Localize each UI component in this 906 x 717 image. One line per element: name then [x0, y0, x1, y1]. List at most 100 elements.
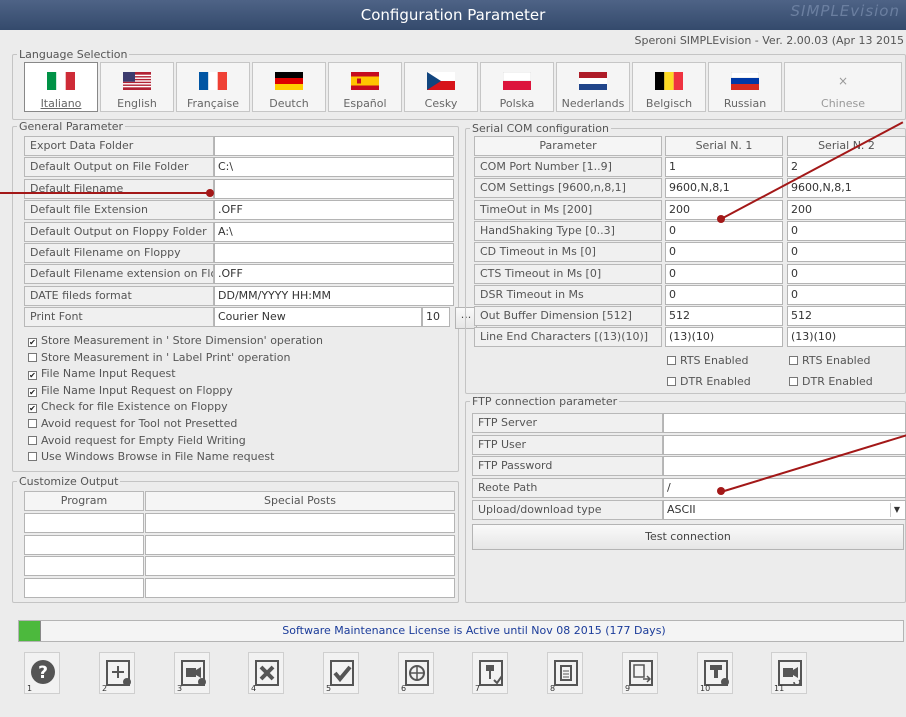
language-label: Polska — [499, 97, 535, 110]
general-option-checkbox[interactable]: ✔ File Name Input Request — [28, 367, 176, 382]
general-param-label: Default Output on Floppy Folder — [24, 221, 214, 242]
program-cell[interactable] — [24, 577, 144, 598]
general-option-checkbox[interactable]: ✔ Check for file Existence on Floppy — [28, 400, 228, 415]
checkbox-box[interactable]: ✔ — [28, 387, 37, 397]
test-connection-button[interactable]: Test connection — [472, 524, 904, 550]
checkbox-box[interactable] — [667, 356, 676, 365]
rts-enabled-checkbox-1[interactable]: RTS Enabled — [667, 354, 749, 369]
general-param-field[interactable]: .OFF — [214, 264, 454, 285]
serial-2-field[interactable]: 0 — [787, 263, 906, 284]
toolbar-button-10[interactable]: 10 — [697, 652, 733, 694]
checkbox-box[interactable] — [789, 356, 798, 365]
special-posts-cell[interactable] — [145, 556, 455, 576]
serial-1-field[interactable]: 0 — [665, 263, 783, 284]
serial-2-field[interactable]: 0 — [787, 284, 906, 305]
checkbox-box[interactable]: ✔ — [28, 371, 37, 381]
callout-dot-default-filename — [206, 189, 214, 197]
general-param-field[interactable] — [214, 243, 454, 263]
serial-2-field[interactable]: 0 — [787, 220, 906, 241]
general-param-field[interactable]: C:\ — [214, 157, 454, 178]
russia-flag-icon — [730, 71, 760, 90]
language-button-deutch[interactable]: Deutch — [252, 62, 326, 112]
toolbar-button-6[interactable]: 6 — [398, 652, 434, 694]
serial-2-field[interactable]: 9600,N,8,1 — [787, 178, 906, 199]
general-option-checkbox[interactable]: ✔ File Name Input Request on Floppy — [28, 384, 233, 399]
serial-1-field[interactable]: 1 — [665, 157, 783, 177]
close-icon: × — [829, 72, 857, 90]
print-font-field[interactable]: Courier New — [214, 307, 422, 327]
serial-2-field[interactable]: (13)(10) — [787, 327, 906, 348]
special-posts-cell[interactable] — [145, 577, 455, 598]
dtr-enabled-checkbox-1[interactable]: DTR Enabled — [667, 375, 751, 390]
checkbox-box[interactable] — [28, 352, 37, 362]
language-button-italiano[interactable]: Italiano — [24, 62, 98, 112]
toolbar-button-3[interactable]: 3 — [174, 652, 210, 694]
serial-2-field[interactable]: 0 — [787, 242, 906, 263]
general-param-field[interactable]: A:\ — [214, 221, 454, 242]
toolbar-button-11[interactable]: 11 — [771, 652, 807, 694]
upload-type-select[interactable]: ASCII ▼ — [663, 500, 906, 520]
serial-1-field[interactable]: (13)(10) — [665, 327, 783, 348]
language-button-nederlands[interactable]: Nederlands — [556, 62, 630, 112]
toolbar-button-8[interactable]: 8 — [547, 652, 583, 694]
checkbox-box[interactable] — [667, 377, 676, 386]
serial-1-field[interactable]: 0 — [665, 242, 783, 263]
program-cell[interactable] — [24, 534, 144, 555]
checkbox-label: Store Measurement in ' Label Print' oper… — [41, 350, 291, 364]
checkbox-box[interactable]: ✔ — [28, 404, 37, 414]
toolbar-button-2[interactable]: 2 — [99, 652, 135, 694]
checkbox-box[interactable]: ✔ — [28, 338, 37, 347]
general-option-checkbox[interactable]: ✔ Store Measurement in ' Store Dimension'… — [28, 334, 323, 349]
general-option-checkbox[interactable]: Avoid request for Tool not Presetted — [28, 417, 237, 432]
language-selection-legend: Language Selection — [19, 48, 128, 61]
ftp-param-field[interactable] — [663, 413, 906, 433]
serial-1-field[interactable]: 0 — [665, 284, 783, 305]
general-param-field[interactable] — [214, 136, 454, 156]
toolbar-button-number: 4 — [251, 684, 257, 693]
language-button-russian[interactable]: Russian — [708, 62, 782, 112]
general-option-checkbox[interactable]: Avoid request for Empty Field Writing — [28, 434, 246, 449]
general-param-field[interactable] — [214, 178, 454, 199]
toolbar-button-7[interactable]: 7 — [472, 652, 508, 694]
language-button-español[interactable]: Español — [328, 62, 402, 112]
serial-1-field[interactable]: 512 — [665, 306, 783, 327]
serial-param-label: Out Buffer Dimension [512] — [474, 306, 662, 327]
program-cell[interactable] — [24, 556, 144, 576]
serial-1-field[interactable]: 0 — [665, 220, 783, 241]
toolbar-button-5[interactable]: 5 — [323, 652, 359, 694]
general-param-field[interactable]: .OFF — [214, 200, 454, 221]
print-font-size-field[interactable]: 10 — [422, 307, 450, 327]
special-posts-cell[interactable] — [145, 534, 455, 555]
program-cell[interactable] — [24, 513, 144, 533]
rts-enabled-checkbox-2[interactable]: RTS Enabled — [789, 354, 871, 369]
language-label: Deutch — [269, 97, 309, 110]
general-option-checkbox[interactable]: Store Measurement in ' Label Print' oper… — [28, 351, 290, 366]
serial-2-field[interactable]: 512 — [787, 306, 906, 327]
serial-2-field[interactable]: 200 — [787, 199, 906, 220]
ftp-param-field[interactable]: / — [663, 477, 906, 498]
general-parameter-legend: General Parameter — [19, 120, 124, 133]
toolbar-button-1[interactable]: ? 1 — [24, 652, 60, 694]
general-option-checkbox[interactable]: Use Windows Browse in File Name request — [28, 450, 274, 465]
general-param-field[interactable]: DD/MM/YYYY HH:MM — [214, 285, 454, 306]
language-button-belgisch[interactable]: Belgisch — [632, 62, 706, 112]
checkbox-box[interactable] — [28, 419, 37, 428]
rts-enabled-label: RTS Enabled — [802, 354, 871, 367]
general-param-label: Default Output on File Folder — [24, 157, 214, 178]
special-posts-column-header: Special Posts — [145, 491, 455, 511]
checkbox-box[interactable] — [28, 452, 37, 462]
chevron-down-icon[interactable]: ▼ — [890, 503, 903, 517]
language-button-polska[interactable]: Polska — [480, 62, 554, 112]
serial-param-label: HandShaking Type [0..3] — [474, 220, 662, 241]
special-posts-cell[interactable] — [145, 513, 455, 533]
language-button-cesky[interactable]: Cesky — [404, 62, 478, 112]
checkbox-box[interactable] — [789, 377, 798, 386]
toolbar-button-9[interactable]: 9 — [622, 652, 658, 694]
toolbar-button-4[interactable]: 4 — [248, 652, 284, 694]
license-status-message: Software Maintenance License is Active u… — [282, 624, 666, 637]
language-button-française[interactable]: Française — [176, 62, 250, 112]
language-button-chinese[interactable]: × Chinese — [784, 62, 902, 112]
checkbox-box[interactable] — [28, 435, 37, 445]
language-button-english[interactable]: English — [100, 62, 174, 112]
dtr-enabled-checkbox-2[interactable]: DTR Enabled — [789, 375, 873, 390]
